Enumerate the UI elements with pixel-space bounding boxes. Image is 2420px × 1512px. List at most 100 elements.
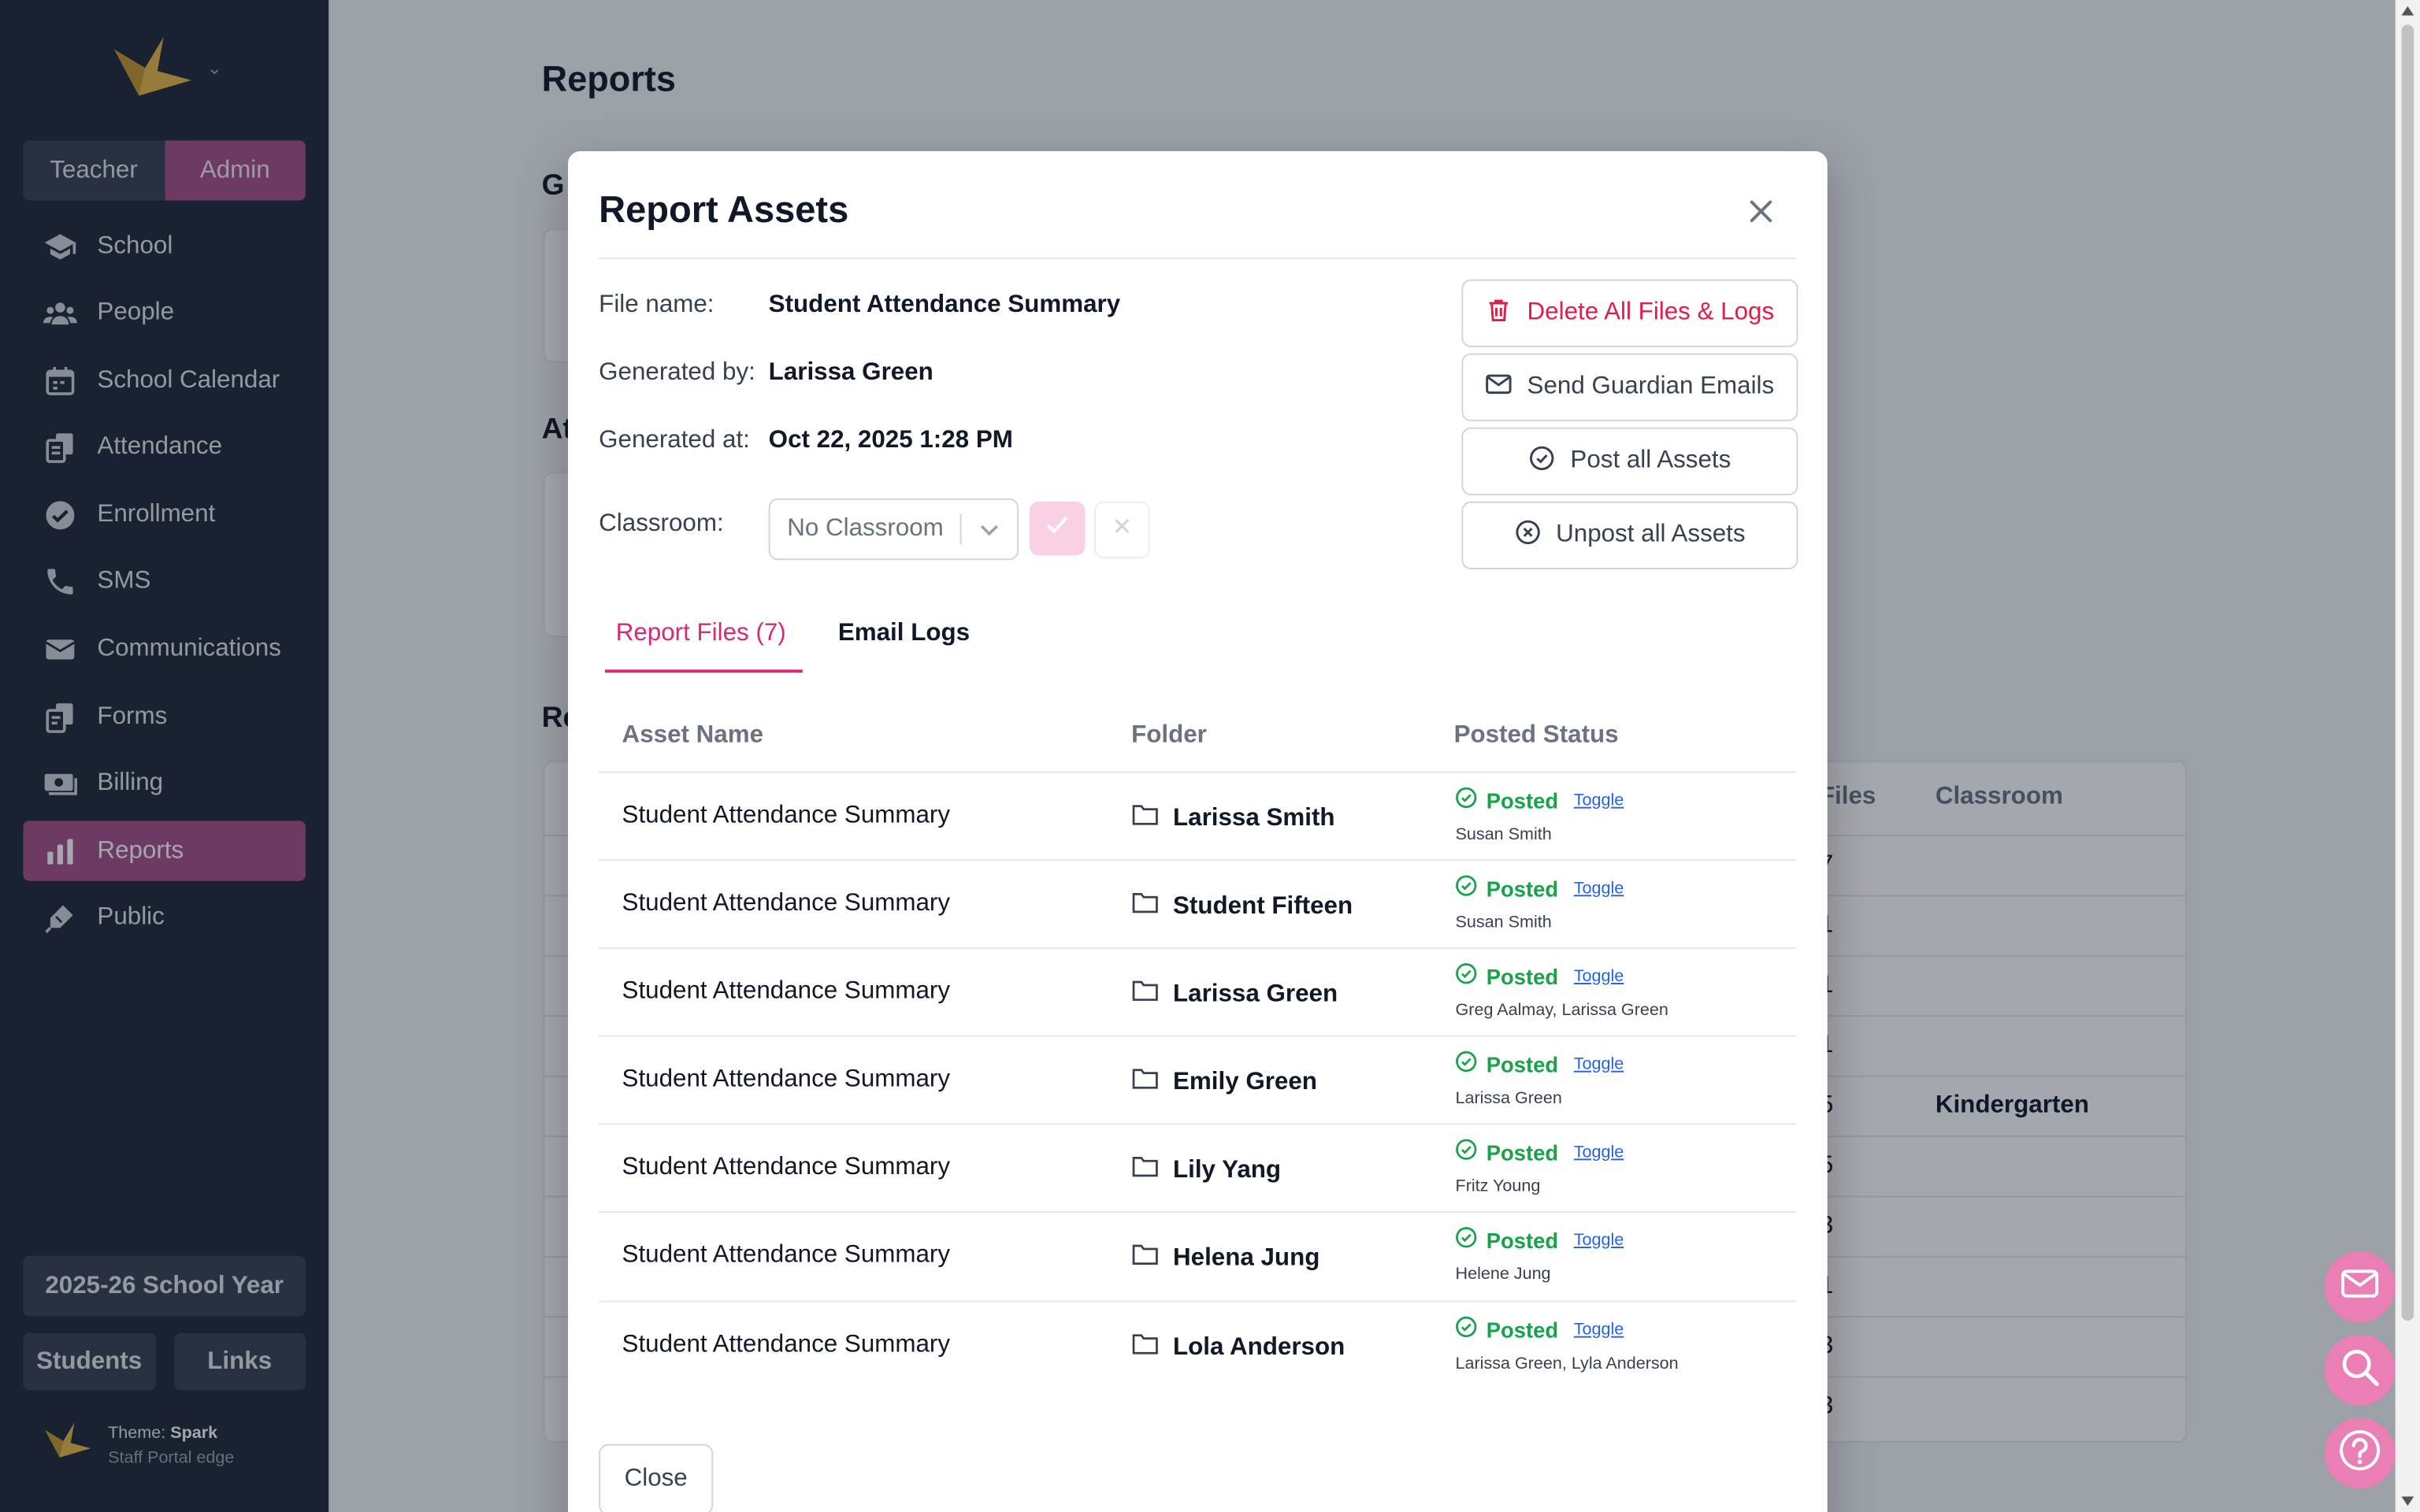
help-fab-button[interactable]: [2324, 1418, 2396, 1489]
folder-icon: [1131, 1242, 1159, 1274]
folder-icon: [1131, 978, 1159, 1010]
send-guardian-emails-button[interactable]: Send Guardian Emails: [1461, 353, 1798, 421]
folder-icon: [1131, 1154, 1159, 1186]
unpost-all-label: Unpost all Assets: [1556, 521, 1746, 548]
classroom-select[interactable]: No Classroom: [768, 498, 1019, 561]
post-all-label: Post all Assets: [1570, 447, 1731, 474]
posted-status: Posted Toggle: [1456, 875, 1624, 901]
page-scrollbar[interactable]: [2395, 0, 2420, 1512]
posted-to-names: Fritz Young: [1455, 1177, 1541, 1196]
column-header-posted-status: Posted Status: [1453, 721, 1619, 749]
close-button[interactable]: Close: [599, 1443, 714, 1512]
generated-by-label: Generated by:: [599, 359, 755, 386]
send-emails-label: Send Guardian Emails: [1527, 373, 1775, 400]
generated-by-value: Larissa Green: [768, 359, 933, 386]
classroom-cancel-button[interactable]: [1094, 501, 1150, 559]
help-icon: [2336, 1426, 2383, 1480]
generated-at-value: Oct 22, 2025 1:28 PM: [768, 427, 1013, 454]
toggle-link[interactable]: Toggle: [1574, 966, 1624, 985]
toggle-link[interactable]: Toggle: [1574, 879, 1624, 898]
close-icon: [1744, 200, 1778, 234]
classroom-confirm-button[interactable]: [1029, 501, 1086, 556]
folder-icon: [1131, 1066, 1159, 1099]
check-circle-icon: [1456, 1316, 1477, 1342]
file-name-value: Student Attendance Summary: [768, 291, 1121, 318]
toggle-link[interactable]: Toggle: [1574, 1054, 1624, 1073]
posted-label: Posted: [1486, 1139, 1559, 1165]
folder-cell: Larissa Smith: [1131, 802, 1335, 835]
folder-cell: Emily Green: [1131, 1066, 1317, 1099]
table-row: Student Attendance Summary Lola Anderson…: [599, 1301, 1796, 1389]
posted-to-names: Helene Jung: [1455, 1265, 1551, 1284]
posted-to-names: Larissa Green, Lyla Anderson: [1455, 1354, 1679, 1373]
posted-status: Posted Toggle: [1456, 1227, 1624, 1253]
posted-status: Posted Toggle: [1456, 1139, 1624, 1165]
classroom-select-value: No Classroom: [787, 515, 944, 542]
toggle-link[interactable]: Toggle: [1574, 1143, 1624, 1162]
tab-report-files[interactable]: Report Files (7): [616, 621, 786, 648]
folder-icon: [1131, 1332, 1159, 1364]
x-circle-icon: [1514, 517, 1542, 553]
column-header-asset-name: Asset Name: [622, 721, 764, 749]
asset-name: Student Attendance Summary: [622, 1242, 951, 1269]
folder-name: Larissa Green: [1172, 980, 1338, 1007]
divider: [599, 258, 1797, 260]
table-row: Student Attendance Summary Student Fifte…: [599, 859, 1796, 947]
posted-status: Posted Toggle: [1456, 1316, 1624, 1342]
scroll-up-arrow[interactable]: [2401, 6, 2414, 16]
generated-at-label: Generated at:: [599, 427, 750, 454]
tab-email-logs[interactable]: Email Logs: [838, 621, 970, 648]
folder-name: Larissa Smith: [1172, 804, 1335, 832]
posted-to-names: Greg Aalmay, Larissa Green: [1455, 1001, 1668, 1021]
active-tab-indicator: [605, 669, 803, 673]
folder-icon: [1131, 890, 1159, 922]
asset-name: Student Attendance Summary: [622, 1154, 951, 1180]
search-fab-button[interactable]: [2324, 1334, 2396, 1406]
folder-name: Lily Yang: [1172, 1156, 1282, 1183]
check-icon: [1043, 510, 1071, 546]
folder-name: Helena Jung: [1172, 1244, 1320, 1271]
posted-label: Posted: [1486, 1317, 1559, 1342]
toggle-link[interactable]: Toggle: [1574, 1320, 1624, 1339]
chevron-down-icon[interactable]: [962, 518, 1018, 539]
scroll-thumb[interactable]: [2401, 24, 2414, 1321]
close-icon: [1112, 515, 1133, 544]
posted-status: Posted Toggle: [1456, 787, 1624, 813]
column-header-folder: Folder: [1131, 721, 1207, 749]
modal-tabs: Report Files (7) Email Logs: [599, 598, 1796, 673]
asset-name: Student Attendance Summary: [622, 1065, 951, 1093]
file-name-label: File name:: [599, 291, 714, 318]
posted-status: Posted Toggle: [1456, 1051, 1624, 1077]
post-all-assets-button[interactable]: Post all Assets: [1461, 427, 1798, 495]
trash-icon: [1486, 295, 1513, 331]
unpost-all-assets-button[interactable]: Unpost all Assets: [1461, 501, 1798, 569]
posted-label: Posted: [1486, 1051, 1559, 1077]
posted-label: Posted: [1486, 1227, 1559, 1252]
table-row: Student Attendance Summary Emily Green P…: [599, 1036, 1796, 1124]
posted-to-names: Larissa Green: [1455, 1089, 1562, 1108]
modal-close-button[interactable]: [1744, 195, 1778, 228]
posted-label: Posted: [1486, 788, 1559, 813]
table-row: Student Attendance Summary Larissa Green…: [599, 947, 1796, 1036]
toggle-link[interactable]: Toggle: [1574, 1230, 1624, 1249]
asset-name: Student Attendance Summary: [622, 978, 951, 1005]
folder-cell: Lily Yang: [1131, 1154, 1281, 1186]
scroll-down-arrow[interactable]: [2401, 1496, 2414, 1506]
asset-name: Student Attendance Summary: [622, 802, 951, 829]
message-fab-button[interactable]: [2324, 1251, 2396, 1323]
folder-name: Student Fifteen: [1172, 892, 1353, 919]
asset-name: Student Attendance Summary: [622, 890, 951, 917]
folder-cell: Larissa Green: [1131, 978, 1338, 1010]
delete-all-button[interactable]: Delete All Files & Logs: [1461, 279, 1798, 347]
app-window: ⌄ Teacher Admin School People School Cal…: [0, 0, 2420, 1512]
report-assets-modal: Report Assets File name: Student Attenda…: [567, 151, 1828, 1512]
folder-icon: [1131, 802, 1159, 835]
folder-name: Lola Anderson: [1172, 1333, 1345, 1361]
toggle-link[interactable]: Toggle: [1574, 791, 1624, 810]
check-circle-icon: [1456, 1227, 1477, 1253]
table-row: Student Attendance Summary Lily Yang Pos…: [599, 1123, 1796, 1211]
table-row: Student Attendance Summary Larissa Smith…: [599, 772, 1796, 860]
folder-cell: Helena Jung: [1131, 1242, 1319, 1274]
asset-name: Student Attendance Summary: [622, 1331, 951, 1358]
envelope-icon: [1486, 369, 1513, 405]
